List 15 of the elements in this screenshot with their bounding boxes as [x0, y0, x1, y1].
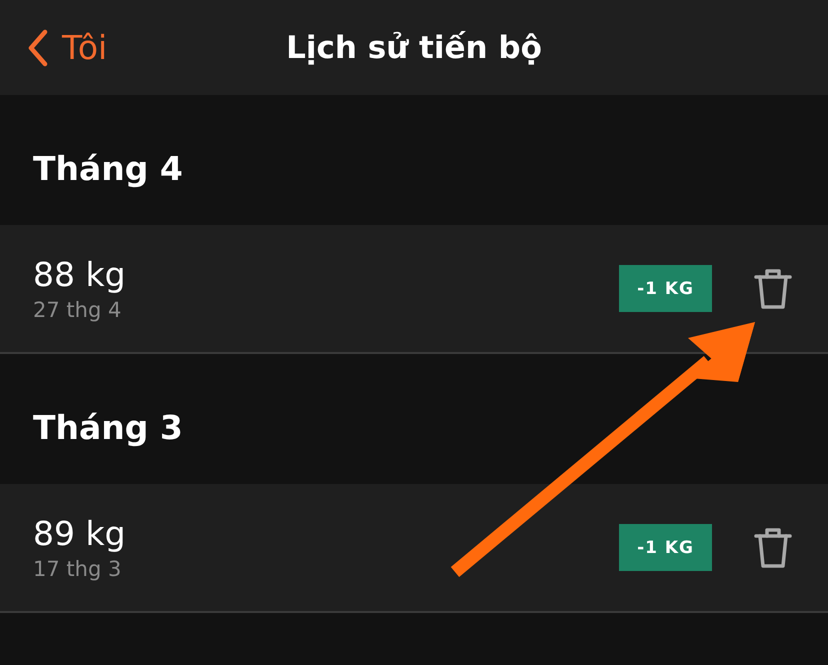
- delete-button[interactable]: [754, 268, 792, 310]
- change-badge: -1 KG: [619, 524, 712, 571]
- change-badge: -1 KG: [619, 265, 712, 312]
- weight-value: 89 kg: [33, 514, 127, 553]
- section-header: Tháng 3: [33, 408, 183, 446]
- trash-icon: [754, 526, 792, 568]
- trash-icon: [754, 268, 792, 310]
- section-header: Tháng 4: [33, 148, 183, 188]
- back-button[interactable]: Tôi: [24, 24, 112, 71]
- entry-date: 27 thg 4: [33, 298, 122, 322]
- delete-button[interactable]: [754, 526, 792, 568]
- back-chevron-icon: [28, 28, 48, 66]
- screen-title: Lịch sử tiến bộ: [286, 30, 542, 66]
- weight-value: 88 kg: [33, 255, 127, 294]
- entry-date: 17 thg 3: [33, 557, 122, 581]
